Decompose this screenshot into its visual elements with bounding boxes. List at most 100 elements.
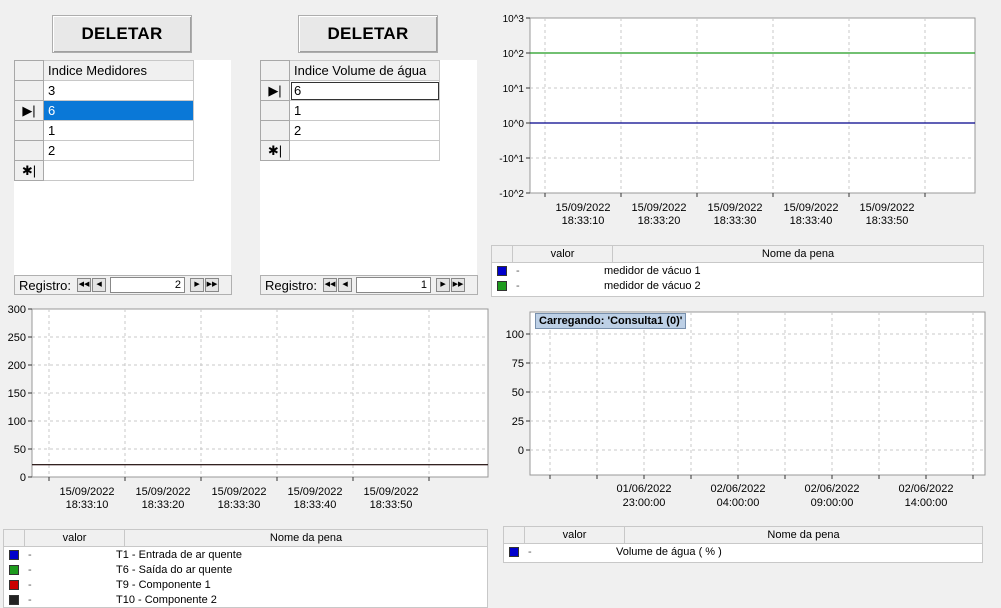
grid-cell[interactable]: 3 <box>43 80 194 101</box>
legend-value: - <box>528 545 532 558</box>
volume-chart[interactable]: 0 25 50 75 100 01/06/2022 23:00:00 02/06/2022 0… <box>500 310 987 515</box>
x-tick-label: 18:33:20 <box>142 499 185 511</box>
next-record-icon[interactable]: ▶ <box>190 278 205 292</box>
legend-col-value[interactable]: valor <box>513 246 613 262</box>
first-record-icon[interactable]: ◀◀ <box>323 278 338 292</box>
grid-cell[interactable]: 6 <box>43 100 194 121</box>
column-header-indice-volume[interactable]: Indice Volume de água <box>289 60 440 81</box>
y-tick-label: 25 <box>512 416 524 428</box>
delete-volume-button[interactable]: DELETAR <box>298 15 438 53</box>
legend-item[interactable]: - medidor de vácuo 2 <box>492 278 983 293</box>
loading-status-label: Carregando: 'Consulta1 (0)' <box>535 313 687 329</box>
y-tick-label: 75 <box>512 358 524 370</box>
x-tick-label: 15/09/2022 <box>363 486 418 498</box>
grid-cell[interactable]: 2 <box>289 120 440 141</box>
record-number-field[interactable]: 2 <box>110 277 186 293</box>
plot-area <box>529 17 976 194</box>
legend-col-name[interactable]: Nome da pena <box>125 530 487 546</box>
grid-cell[interactable]: 1 <box>43 120 194 141</box>
table-row[interactable]: ▶| 6 <box>14 100 194 121</box>
table-row[interactable]: 2 <box>260 120 440 141</box>
series-color-swatch <box>9 564 19 575</box>
legend-value: - <box>516 264 520 277</box>
medidores-record-navigator: Registro: ◀◀ ◀ 2 ▶ ▶▶ <box>14 275 232 295</box>
x-tick-label: 18:33:40 <box>294 499 337 511</box>
legend-item[interactable]: - T6 - Saída do ar quente <box>4 562 487 577</box>
new-record-star-icon[interactable]: ✱| <box>260 140 290 161</box>
x-tick-label: 01/06/2022 <box>616 483 671 495</box>
y-tick-label: 250 <box>8 332 26 344</box>
x-tick-label: 02/06/2022 <box>898 483 953 495</box>
y-tick-label: -10^2 <box>499 189 524 200</box>
x-tick-label: 18:33:10 <box>562 215 605 227</box>
record-label: Registro: <box>19 277 72 293</box>
next-record-icon[interactable]: ▶ <box>436 278 451 292</box>
row-indicator[interactable] <box>14 80 44 101</box>
legend-item[interactable]: - T9 - Componente 1 <box>4 577 487 592</box>
new-row[interactable]: ✱| <box>14 160 194 181</box>
legend-item[interactable]: - T1 - Entrada de ar quente <box>4 547 487 562</box>
last-record-icon[interactable]: ▶▶ <box>451 278 466 292</box>
legend-item[interactable]: - medidor de vácuo 1 <box>492 263 983 278</box>
legend-value: - <box>28 578 32 591</box>
x-tick-label: 15/09/2022 <box>707 202 762 214</box>
volume-record-navigator: Registro: ◀◀ ◀ 1 ▶ ▶▶ <box>260 275 478 295</box>
first-record-icon[interactable]: ◀◀ <box>77 278 92 292</box>
y-tick-label: 100 <box>506 329 524 341</box>
x-tick-label: 18:33:10 <box>66 499 109 511</box>
vacuum-chart[interactable]: 10^310^210^110^0-10^1-10^2 15/09/202218:… <box>490 8 990 233</box>
series-color-swatch <box>497 265 507 276</box>
x-tick-label: 15/09/2022 <box>135 486 190 498</box>
delete-medidores-button[interactable]: DELETAR <box>52 15 192 53</box>
current-row-arrow-icon[interactable]: ▶| <box>14 100 44 121</box>
x-tick-label: 15/09/2022 <box>859 202 914 214</box>
legend-col-name[interactable]: Nome da pena <box>625 527 982 543</box>
legend-name: Volume de água ( % ) <box>616 545 722 558</box>
row-indicator[interactable] <box>14 120 44 141</box>
prev-record-icon[interactable]: ◀ <box>338 278 353 292</box>
grid-cell[interactable]: 1 <box>289 100 440 121</box>
legend-item[interactable]: - T10 - Componente 2 <box>4 592 487 607</box>
x-tick-label: 18:33:50 <box>370 499 413 511</box>
current-row-arrow-icon[interactable]: ▶| <box>260 80 290 101</box>
table-row[interactable]: 1 <box>14 120 194 141</box>
last-record-icon[interactable]: ▶▶ <box>205 278 220 292</box>
record-number-field[interactable]: 1 <box>356 277 432 293</box>
y-tick-label: -10^1 <box>499 154 524 165</box>
legend-name: T10 - Componente 2 <box>116 593 217 606</box>
x-tick-label: 15/09/2022 <box>555 202 610 214</box>
grid-cell[interactable]: 2 <box>43 140 194 161</box>
table-row[interactable]: 3 <box>14 80 194 101</box>
grid-cell-new[interactable] <box>43 160 194 181</box>
y-tick-label: 200 <box>8 360 26 372</box>
table-row[interactable]: ▶| 6 <box>260 80 440 101</box>
row-indicator[interactable] <box>14 140 44 161</box>
prev-record-icon[interactable]: ◀ <box>92 278 107 292</box>
legend-name: medidor de vácuo 1 <box>604 264 701 277</box>
column-header-indice-medidores[interactable]: Indice Medidores <box>43 60 194 81</box>
temperature-chart[interactable]: 050100150200250300 15/09/202218:33:1015/… <box>2 303 490 518</box>
legend-col-value[interactable]: valor <box>525 527 625 543</box>
x-tick-label: 15/09/2022 <box>783 202 838 214</box>
series-color-swatch <box>9 579 19 590</box>
row-indicator[interactable] <box>260 120 290 141</box>
volume-legend: valor Nome da pena - Volume de água ( % … <box>503 526 983 563</box>
x-tick-label: 14:00:00 <box>905 497 948 509</box>
row-indicator[interactable] <box>260 100 290 121</box>
x-tick-label: 18:33:50 <box>866 215 909 227</box>
y-tick-label: 10^0 <box>503 119 525 130</box>
legend-col-name[interactable]: Nome da pena <box>613 246 983 262</box>
grid-cell-new[interactable] <box>289 140 440 161</box>
x-tick-label: 18:33:30 <box>218 499 261 511</box>
x-tick-label: 02/06/2022 <box>804 483 859 495</box>
grid-cell[interactable]: 6 <box>289 80 440 101</box>
legend-col-value[interactable]: valor <box>25 530 125 546</box>
legend-item[interactable]: - Volume de água ( % ) <box>504 544 982 559</box>
table-row[interactable]: 1 <box>260 100 440 121</box>
new-record-star-icon[interactable]: ✱| <box>14 160 44 181</box>
vacuum-legend: valor Nome da pena - medidor de vácuo 1 … <box>491 245 984 297</box>
table-row[interactable]: 2 <box>14 140 194 161</box>
x-tick-label: 15/09/2022 <box>631 202 686 214</box>
new-row[interactable]: ✱| <box>260 140 440 161</box>
y-tick-label: 0 <box>518 445 524 457</box>
